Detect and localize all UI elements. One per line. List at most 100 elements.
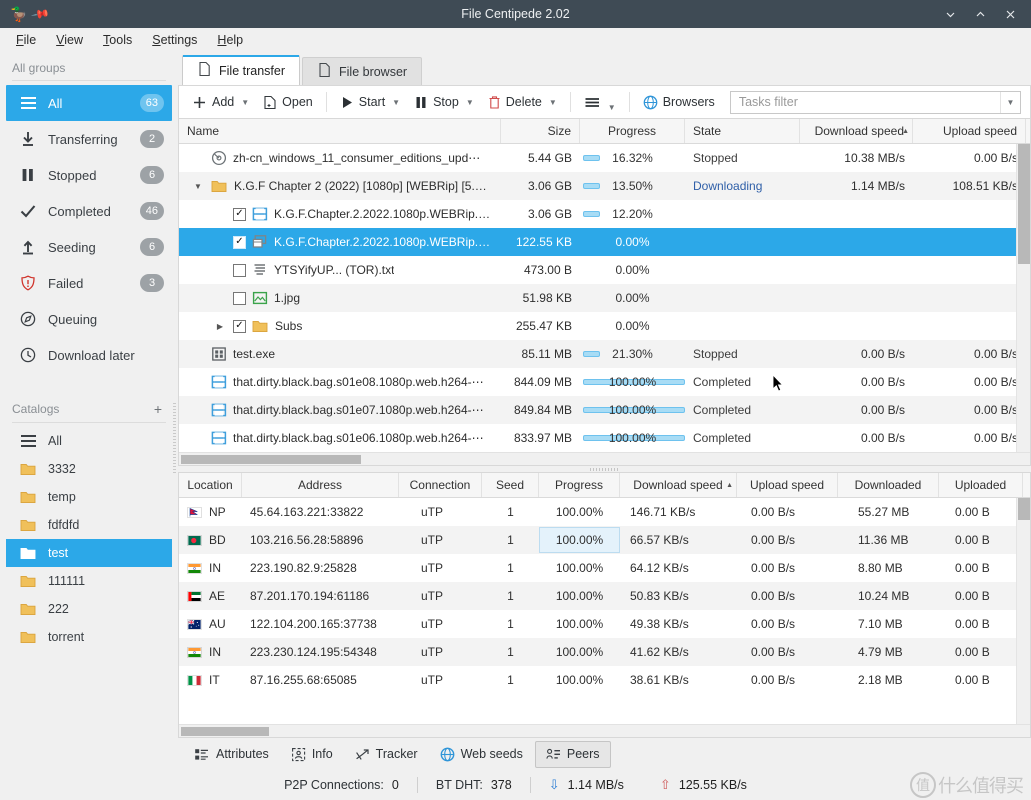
peer-row[interactable]: IT87.16.255.68:65085uTP1100.00%38.61 KB/… — [179, 666, 1030, 694]
tab-file-transfer[interactable]: File transfer — [182, 55, 300, 85]
catalog-item-3332[interactable]: 3332 — [6, 455, 172, 483]
sidebar-item-completed[interactable]: Completed46 — [6, 193, 172, 229]
catalog-item-fdfdfd[interactable]: fdfdfd — [6, 511, 172, 539]
sidebar-resize-grip[interactable] — [173, 403, 176, 473]
chevron-right-icon[interactable]: ▶ — [213, 322, 227, 331]
table-row[interactable]: that.dirty.black.bag.s01e08.1080p.web.h2… — [179, 368, 1030, 396]
add-dropdown-icon[interactable]: ▼ — [241, 98, 249, 107]
chevron-down-icon[interactable]: ▼ — [191, 182, 205, 191]
column-header-name[interactable]: Name — [179, 119, 501, 143]
start-dropdown-icon[interactable]: ▼ — [392, 98, 400, 107]
table-row[interactable]: ▼K.G.F Chapter 2 (2022) [1080p] [WEBRip]… — [179, 172, 1030, 200]
peer-row[interactable]: AU122.104.200.165:37738uTP1100.00%49.38 … — [179, 610, 1030, 638]
catalog-item-temp[interactable]: temp — [6, 483, 172, 511]
maximize-button[interactable] — [965, 1, 995, 27]
browsers-button[interactable]: Browsers — [636, 91, 722, 114]
menu-file[interactable]: File — [6, 30, 46, 50]
peer-column-header-ul[interactable]: Upload speed — [737, 473, 838, 497]
detail-tab-info[interactable]: Info — [281, 742, 343, 767]
peer-column-header-downloaded[interactable]: Downloaded — [838, 473, 939, 497]
menu-view[interactable]: View — [46, 30, 93, 50]
cell-address: 223.190.82.9:25828 — [242, 561, 399, 575]
minimize-button[interactable] — [935, 1, 965, 27]
peer-column-header-location[interactable]: Location — [179, 473, 242, 497]
catalog-item-111111[interactable]: 111111 — [6, 567, 172, 595]
detail-tab-web-seeds[interactable]: Web seeds — [430, 742, 533, 767]
sidebar-item-stopped[interactable]: Stopped6 — [6, 157, 172, 193]
catalog-item-torrent[interactable]: torrent — [6, 623, 172, 651]
open-button[interactable]: Open — [256, 91, 320, 114]
peers-scroll-thumb[interactable] — [1018, 498, 1030, 520]
menu-settings[interactable]: Settings — [142, 30, 207, 50]
peers-hscroll-thumb[interactable] — [181, 727, 269, 736]
sidebar-item-queuing[interactable]: Queuing — [6, 301, 172, 337]
table-row[interactable]: ✓K.G.F.Chapter.2.2022.1080p.WEBRip.x⋯3.0… — [179, 200, 1030, 228]
sidebar-item-failed[interactable]: Failed3 — [6, 265, 172, 301]
table-row[interactable]: ✓YTSYifyUP... (TOR).txt473.00 B0.00% — [179, 256, 1030, 284]
table-row[interactable]: zh-cn_windows_11_consumer_editions_upd⋯5… — [179, 144, 1030, 172]
peer-row[interactable]: BD103.216.56.28:58896uTP1100.00%66.57 KB… — [179, 526, 1030, 554]
add-catalog-icon[interactable]: + — [154, 401, 166, 417]
table-row[interactable]: ✓1.jpg51.98 KB0.00% — [179, 284, 1030, 312]
row-checkbox[interactable]: ✓ — [233, 236, 246, 249]
transfer-vertical-scrollbar[interactable] — [1016, 144, 1030, 452]
more-menu-button[interactable]: ▼ — [577, 91, 623, 114]
detail-tab-attributes[interactable]: Attributes — [184, 742, 279, 767]
sidebar-item-all[interactable]: All63 — [6, 85, 172, 121]
peer-column-header-connection[interactable]: Connection — [399, 473, 482, 497]
cell-upload-speed: 0.00 B/s — [913, 403, 1026, 417]
delete-button[interactable]: Delete ▼ — [481, 91, 564, 114]
peer-row[interactable]: AE87.201.170.194:61186uTP1100.00%50.83 K… — [179, 582, 1030, 610]
catalog-item-all[interactable]: All — [6, 427, 172, 455]
peer-row[interactable]: IN223.190.82.9:25828uTP1100.00%64.12 KB/… — [179, 554, 1030, 582]
tasks-filter-input[interactable]: Tasks filter ▼ — [730, 91, 1021, 114]
column-header-progress[interactable]: Progress — [580, 119, 685, 143]
peer-column-header-uploaded[interactable]: Uploaded — [939, 473, 1023, 497]
add-button[interactable]: Add ▼ — [185, 91, 256, 114]
row-name: 1.jpg — [274, 291, 300, 305]
column-header-dl[interactable]: Download speed▲ — [800, 119, 913, 143]
delete-dropdown-icon[interactable]: ▼ — [549, 98, 557, 107]
row-checkbox[interactable]: ✓ — [233, 264, 246, 277]
row-checkbox[interactable]: ✓ — [233, 292, 246, 305]
peers-horizontal-scrollbar[interactable] — [179, 724, 1030, 737]
transfer-hscroll-thumb[interactable] — [181, 455, 361, 464]
table-row[interactable]: that.dirty.black.bag.s01e06.1080p.web.h2… — [179, 424, 1030, 452]
menu-tools[interactable]: Tools — [93, 30, 142, 50]
peer-column-header-seed[interactable]: Seed — [482, 473, 539, 497]
sidebar-item-seeding[interactable]: Seeding6 — [6, 229, 172, 265]
peer-row[interactable]: NP45.64.163.221:33822uTP1100.00%146.71 K… — [179, 498, 1030, 526]
column-header-size[interactable]: Size — [501, 119, 580, 143]
peer-column-header-progress[interactable]: Progress — [539, 473, 620, 497]
peer-row[interactable]: IN223.230.124.195:54348uTP1100.00%41.62 … — [179, 638, 1030, 666]
column-header-state[interactable]: State — [685, 119, 800, 143]
sidebar-item-download-later[interactable]: Download later — [6, 337, 172, 373]
menu-help[interactable]: Help — [207, 30, 253, 50]
detail-tab-peers[interactable]: Peers — [535, 741, 611, 768]
more-menu-dropdown-icon[interactable]: ▼ — [608, 103, 616, 112]
tab-file-browser[interactable]: File browser — [302, 57, 422, 85]
catalog-item-test[interactable]: test — [6, 539, 172, 567]
table-row[interactable]: test.exe85.11 MB21.30%Stopped0.00 B/s0.0… — [179, 340, 1030, 368]
transfer-scroll-thumb[interactable] — [1018, 144, 1030, 264]
detail-tab-tracker[interactable]: Tracker — [345, 742, 428, 767]
peer-column-header-dl[interactable]: Download speed▲ — [620, 473, 737, 497]
start-button[interactable]: Start ▼ — [333, 91, 407, 114]
row-checkbox[interactable]: ✓ — [233, 320, 246, 333]
sidebar-item-transferring[interactable]: Transferring2 — [6, 121, 172, 157]
tasks-filter-dropdown-icon[interactable]: ▼ — [1000, 92, 1020, 113]
table-row[interactable]: ▶✓Subs255.47 KB0.00% — [179, 312, 1030, 340]
stop-dropdown-icon[interactable]: ▼ — [466, 98, 474, 107]
check-icon — [18, 203, 38, 219]
row-checkbox[interactable]: ✓ — [233, 208, 246, 221]
table-row[interactable]: that.dirty.black.bag.s01e07.1080p.web.h2… — [179, 396, 1030, 424]
stop-button[interactable]: Stop ▼ — [407, 91, 481, 114]
transfer-horizontal-scrollbar[interactable] — [179, 452, 1030, 465]
peer-column-header-address[interactable]: Address — [242, 473, 399, 497]
pin-icon[interactable]: 📌 — [31, 4, 51, 24]
catalog-item-222[interactable]: 222 — [6, 595, 172, 623]
table-row[interactable]: ✓K.G.F.Chapter.2.2022.1080p.WEBRip.x⋯122… — [179, 228, 1030, 256]
close-button[interactable] — [995, 1, 1025, 27]
peers-vertical-scrollbar[interactable] — [1016, 498, 1030, 724]
column-header-ul[interactable]: Upload speed — [913, 119, 1026, 143]
